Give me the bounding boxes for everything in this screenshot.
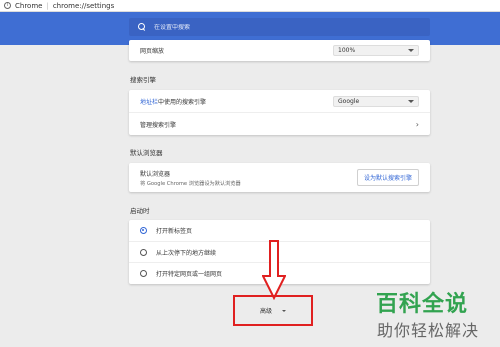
startup-option-label: 打开特定网页或一组网页 [156, 271, 223, 278]
search-engine-label: 地址栏中使用的搜索引擎 [140, 97, 333, 106]
page-zoom-value: 100% [338, 47, 356, 54]
radio-checked-icon[interactable] [140, 227, 147, 234]
chevron-down-icon [408, 99, 414, 103]
page-zoom-select[interactable]: 100% [333, 45, 419, 56]
default-browser-description: 将 Google Chrome 浏览器设为默认浏览器 [140, 180, 241, 187]
search-engine-row: 地址栏中使用的搜索引擎 Google [129, 90, 430, 112]
startup-option[interactable]: 打开新标签页 [129, 220, 430, 241]
default-browser-title: 默认浏览器 [130, 149, 163, 157]
url-separator: | [46, 1, 49, 10]
info-icon[interactable]: i [4, 2, 11, 9]
search-input[interactable] [154, 23, 354, 31]
page-zoom-label: 网页缩放 [140, 48, 165, 55]
default-browser-text: 默认浏览器 将 Google Chrome 浏览器设为默认浏览器 [140, 169, 357, 187]
settings-search-box[interactable] [129, 18, 430, 36]
make-default-button[interactable]: 设为默认搜索引擎 [356, 169, 419, 186]
startup-option-label: 从上次停下的地方继续 [156, 249, 217, 257]
url-text[interactable]: chrome://settings [53, 2, 114, 10]
search-engine-title: 搜索引擎 [130, 76, 156, 84]
browser-name: Chrome [15, 1, 43, 10]
chevron-right-icon: › [415, 119, 419, 129]
search-engine-value: Google [338, 97, 360, 105]
page-zoom-row: 网页缩放 100% [129, 40, 430, 61]
watermark-subtitle: 助你轻松解决 [377, 321, 480, 340]
radio-unchecked-icon[interactable] [140, 248, 147, 256]
appearance-card: 网页缩放 100% [129, 40, 430, 61]
chevron-down-icon [408, 49, 414, 52]
advanced-button[interactable]: 高级 [233, 295, 313, 326]
address-bar[interactable]: i Chrome | chrome://settings [0, 0, 500, 12]
search-icon [138, 23, 146, 31]
default-browser-card: 默认浏览器 将 Google Chrome 浏览器设为默认浏览器 设为默认搜索引… [129, 163, 430, 192]
address-bar-link[interactable]: 地址栏 [140, 99, 158, 106]
radio-unchecked-icon[interactable] [140, 270, 147, 277]
manage-search-engines-label: 管理搜索引擎 [140, 121, 177, 129]
watermark-logo: 百科全说 助你轻松解决 [367, 283, 500, 347]
on-startup-title: 启动时 [130, 207, 150, 215]
search-engine-label-suffix: 中使用的搜索引擎 [158, 98, 207, 106]
startup-option-label: 打开新标签页 [156, 228, 193, 235]
default-browser-row: 默认浏览器 将 Google Chrome 浏览器设为默认浏览器 设为默认搜索引… [129, 163, 430, 192]
watermark-title: 百科全说 [376, 292, 469, 317]
advanced-label: 高级 [259, 308, 272, 315]
default-browser-label: 默认浏览器 [140, 170, 171, 178]
manage-search-engines-row[interactable]: 管理搜索引擎 › [129, 112, 430, 135]
search-engine-select[interactable]: Google [333, 95, 419, 107]
search-engine-card: 地址栏中使用的搜索引擎 Google 管理搜索引擎 › [129, 90, 430, 135]
chevron-down-icon [282, 309, 286, 312]
annotation-arrow-icon [262, 240, 286, 300]
